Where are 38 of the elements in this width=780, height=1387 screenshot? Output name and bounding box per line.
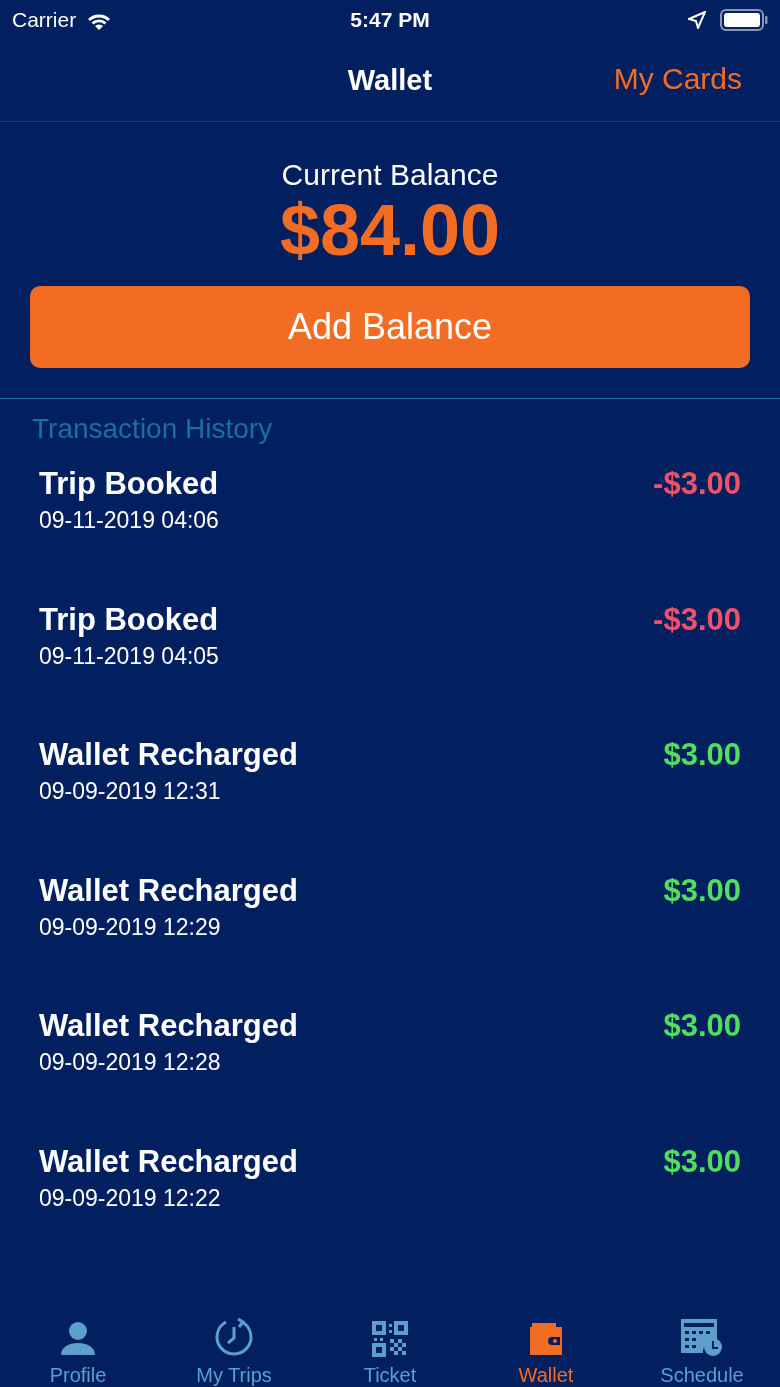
tab-bar-item[interactable]: Profile — [0, 1295, 156, 1387]
transaction-amount: $3.00 — [663, 736, 741, 774]
person-icon — [60, 1321, 96, 1357]
tab-bar-item[interactable]: Schedule — [624, 1295, 780, 1387]
my-cards-link[interactable]: My Cards — [613, 62, 742, 96]
transaction-title: Trip Booked — [39, 465, 219, 503]
balance-amount: $84.00 — [279, 192, 501, 268]
wallet-icon — [528, 1321, 564, 1357]
transaction-date: 09-09-2019 12:31 — [39, 777, 222, 806]
transaction-amount: $3.00 — [663, 1007, 741, 1045]
transaction-title: Trip Booked — [39, 600, 219, 639]
transaction-amount: -$3.00 — [653, 600, 741, 639]
transaction-date: 09-11-2019 04:05 — [39, 641, 219, 671]
section-heading: Transaction History — [32, 413, 273, 444]
transaction-amount: $3.00 — [663, 871, 741, 910]
transaction-amount: $3.00 — [663, 1142, 741, 1181]
calendar-clock-icon — [681, 1317, 723, 1357]
add-balance-button[interactable]: Add Balance — [30, 286, 750, 368]
tab-bar-item[interactable]: My Trips — [156, 1295, 312, 1387]
transaction-date: 09-09-2019 12:22 — [39, 1183, 222, 1213]
transaction-title: Wallet Recharged — [39, 1007, 298, 1045]
transaction-title: Wallet Recharged — [39, 1142, 298, 1181]
screen-title: Wallet — [347, 64, 433, 97]
transaction-title: Wallet Recharged — [39, 736, 298, 774]
tab-bar-item[interactable]: Ticket — [312, 1295, 468, 1387]
qr-code-icon — [372, 1321, 408, 1357]
clock-icon — [214, 1317, 254, 1357]
transaction-date: 09-11-2019 04:06 — [39, 506, 219, 535]
status-time: 5:47 PM — [350, 8, 430, 31]
tab-bar-item[interactable]: Wallet — [468, 1295, 624, 1387]
carrier-label: Carrier — [12, 8, 77, 32]
balance-label: Current Balance — [281, 158, 499, 192]
battery-icon — [720, 9, 768, 31]
transaction-title: Wallet Recharged — [39, 871, 298, 910]
location-arrow-icon — [688, 11, 706, 29]
transaction-date: 09-09-2019 12:28 — [39, 1048, 222, 1077]
transaction-amount: -$3.00 — [653, 465, 741, 503]
transaction-date: 09-09-2019 12:29 — [39, 912, 222, 942]
